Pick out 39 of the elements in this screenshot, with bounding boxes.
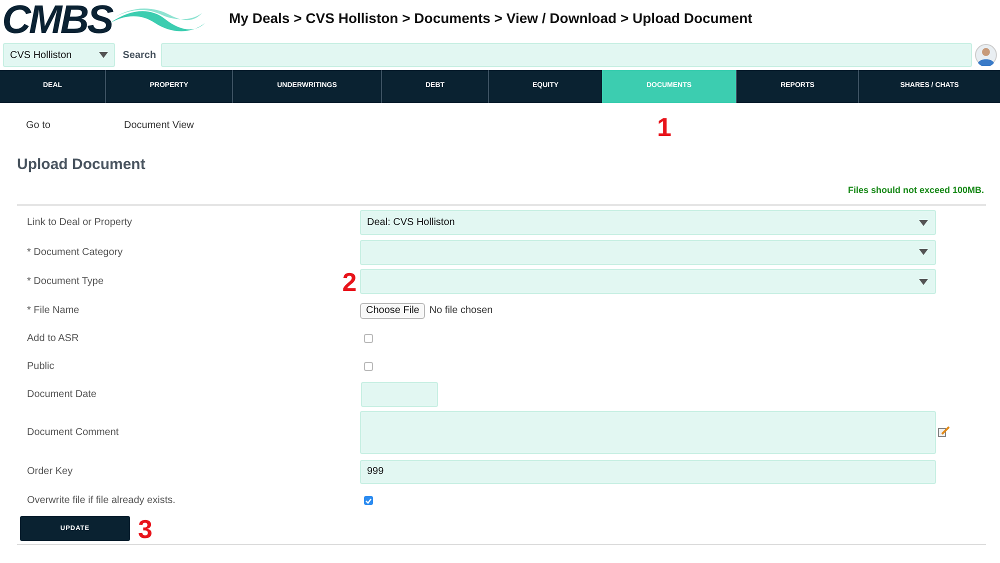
- field-label: * Document Type: [27, 275, 105, 290]
- breadcrumb: My Deals > CVS Holliston > Documents > View / Download > Upload Document: [229, 9, 752, 28]
- annotation-number: 3: [138, 516, 152, 542]
- goto-link[interactable]: Document View: [124, 118, 194, 132]
- annotation-number: 1: [657, 112, 672, 142]
- field-label: Public: [27, 360, 56, 374]
- goto-label: Go to: [26, 118, 52, 132]
- size-notice: Files should not exceed 100MB.: [848, 184, 984, 196]
- caret-icon: [919, 278, 928, 285]
- caret-icon: [98, 52, 108, 58]
- field-label: * File Name: [27, 304, 80, 318]
- file-status: No file chosen: [429, 304, 493, 318]
- logo[interactable]: CMBS: [0, 0, 222, 40]
- caret-icon: [919, 220, 928, 226]
- annotation-number: 2: [342, 268, 357, 295]
- select-field[interactable]: [360, 240, 936, 265]
- select-field[interactable]: [360, 269, 936, 294]
- field-label: Document Comment: [27, 426, 120, 440]
- field-label: Overwrite file if file already exists.: [27, 494, 176, 508]
- deal-select[interactable]: CVS Holliston: [3, 43, 115, 67]
- search-field[interactable]: [161, 43, 972, 67]
- checkbox[interactable]: [364, 496, 373, 505]
- comment-field[interactable]: [360, 411, 936, 454]
- order-key-field[interactable]: 999: [360, 460, 936, 484]
- avatar[interactable]: [975, 44, 997, 66]
- date-field[interactable]: [361, 382, 438, 407]
- page-title: Upload Document: [17, 155, 146, 175]
- choose-file-button[interactable]: Choose File: [360, 302, 426, 318]
- caret-icon: [919, 249, 928, 256]
- field-label: Link to Deal or Property: [27, 216, 134, 230]
- checkbox[interactable]: [364, 362, 373, 371]
- field-label: * Document Category: [27, 246, 124, 260]
- field-label: Document Date: [27, 388, 98, 402]
- search-label: Search: [122, 48, 156, 62]
- select-field[interactable]: Deal: CVS Holliston: [360, 210, 936, 236]
- field-label: Order Key: [27, 465, 74, 479]
- field-label: Add to ASR: [27, 332, 80, 346]
- checkbox[interactable]: [364, 334, 373, 343]
- edit-note-icon[interactable]: [938, 426, 950, 437]
